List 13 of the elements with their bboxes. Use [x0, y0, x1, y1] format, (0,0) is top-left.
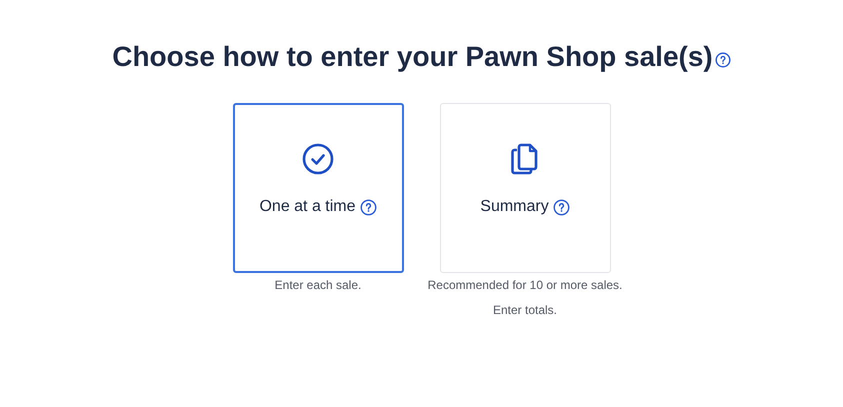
- page-heading: Choose how to enter your Pawn Shop sale(s): [112, 40, 713, 74]
- option-description: Recommended for 10 or more sales.: [428, 277, 622, 293]
- documents-icon: [510, 143, 540, 175]
- option-description: Enter totals.: [492, 302, 558, 318]
- help-icon[interactable]: [714, 52, 731, 68]
- option-label: Summary: [480, 197, 549, 217]
- option-card[interactable]: Summary: [440, 103, 610, 273]
- option-card[interactable]: One at a time: [232, 103, 404, 273]
- help-icon[interactable]: [360, 198, 377, 216]
- help-icon[interactable]: [552, 198, 570, 216]
- option-label: One at a time: [259, 197, 356, 217]
- option-description: Enter each sale.: [274, 277, 362, 293]
- checkmark-circle-icon: [302, 143, 334, 175]
